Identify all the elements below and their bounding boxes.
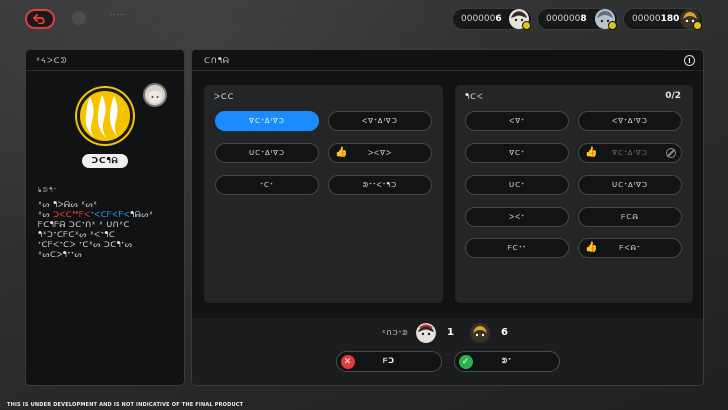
description-line: ᖳᕽᑐᐩᑕᖴᑕᕽᔕ ᕽᐸᐩᖳᑕ xyxy=(38,230,116,239)
option-button[interactable]: ᕲᐩᐩᐸᐩᖳᑐ xyxy=(328,175,432,195)
option-button[interactable]: ᑌᑕᐩ xyxy=(465,175,569,195)
description-line: ᕽᔕᑕᐳᖳᐩᐩᔕ xyxy=(38,250,83,259)
option-button[interactable]: ᖴᑕᐩᐩ xyxy=(465,238,569,258)
option-button[interactable]: ᐩᑕᐩ xyxy=(215,175,319,195)
thumbs-up-emoji-icon: 👍 xyxy=(585,242,599,253)
player-avatar xyxy=(143,83,167,107)
top-title: ᐧᐧᐧᐧᐧ xyxy=(110,11,127,21)
option-button[interactable]: ᖴᑕᕱ xyxy=(578,207,682,227)
info-icon[interactable]: ! xyxy=(684,55,695,66)
thumbs-up-emoji-icon: 👍 xyxy=(585,147,599,158)
player-name: ᑐᑕᖳᕱ xyxy=(82,154,128,168)
cancel-button[interactable]: ✕ ᖴᑐ xyxy=(336,351,442,372)
description-text: ᕽᔕ ᖳᐳᕱᔕ ᕽᔕᕽ ᕽᔕ ᑐᐸᑕᕯᖴᐸᐩᐸᑕᖴᐸᖴᐸᖳᕱᔕᕽ ᖴᑕᖳᖴᕱ ᑐ… xyxy=(38,200,166,260)
team-emblem-avatar xyxy=(77,88,133,144)
option-button[interactable]: ᐸᐁᐩᐃᑊᐁᑐ xyxy=(328,111,432,131)
summary-label: ᕽᑎᑐᐩᕲ xyxy=(382,329,409,337)
option-button[interactable]: ᐸᐁᐩᐃᑊᐁᑐ xyxy=(578,111,682,131)
summary-count-a: 1 xyxy=(447,327,454,338)
counter-c-value: 00000180 xyxy=(632,14,680,24)
settings-header: ᑕᑎᖳᕱ xyxy=(204,56,230,65)
description-line: ᖴᑕᖳᖴᕱ ᑐᑕᐩᑎᕽ ᕽ ᑌᑎᕽᑕ xyxy=(38,220,130,229)
option-button-disabled[interactable]: 👍 ᐁᑕᐩᐃᑊᐁᑐ xyxy=(578,143,682,163)
character-b-icon xyxy=(595,9,617,30)
option-button[interactable]: ᑌᑕᐩᐃᑊᐁᑐ xyxy=(215,143,319,163)
back-button[interactable] xyxy=(25,9,55,29)
description-line: ᕽᔕ ᖳᐳᕱᔕ ᕽᔕᕽ xyxy=(38,200,98,209)
counter-b-value: 0000008 xyxy=(546,14,587,24)
character-a-icon xyxy=(509,9,531,30)
description-label: ᖲᕲᖳᐩ xyxy=(38,186,58,194)
option-button[interactable]: ᑌᑕᐩᐃᑊᐁᑐ xyxy=(578,175,682,195)
blocked-icon xyxy=(666,148,676,158)
character-a-icon xyxy=(416,323,436,343)
description-line: ᐩᑕᖴᐸᐩᑕᐳ ᐩᑕᕽᔕ ᑐᑕᖳᐩᔕ xyxy=(38,240,133,249)
character-c-icon xyxy=(470,323,490,343)
back-arrow-icon xyxy=(33,14,45,24)
confirm-button[interactable]: ✓ ᕲᐩ xyxy=(454,351,560,372)
character-c-icon xyxy=(680,9,702,30)
counter-a-value: 0000006 xyxy=(461,14,502,24)
selection-count: 0/2 xyxy=(665,91,681,101)
option-button[interactable]: ᐳᐸᐩ xyxy=(465,207,569,227)
profile-header: ᕁᔦᐳᑕᕲ xyxy=(36,56,68,65)
currency-counter-b: 0000008 xyxy=(537,8,618,30)
thumbs-up-emoji-icon: 👍 xyxy=(335,147,349,158)
option-button[interactable]: ᐁᑕᐩ xyxy=(465,143,569,163)
close-icon: ✕ xyxy=(341,355,355,369)
option-button[interactable]: ᐸᐁᐩ xyxy=(465,111,569,131)
left-group-title: ᐳᑕᑕ xyxy=(214,92,235,101)
divider xyxy=(26,70,184,71)
option-button[interactable]: 👍 ᖴᐸᕱᐩ xyxy=(578,238,682,258)
currency-counter-c: 00000180 xyxy=(623,8,703,30)
summary-count-b: 6 xyxy=(501,327,508,338)
divider xyxy=(192,70,703,71)
right-group-title: ᖳᑕᐸ xyxy=(465,92,484,101)
option-button[interactable]: ᐁᑕᐩᐃᑊᐁᑐ xyxy=(215,111,319,131)
currency-counter-a: 0000006 xyxy=(452,8,532,30)
development-disclaimer: THIS IS UNDER DEVELOPMENT AND IS NOT IND… xyxy=(7,402,244,408)
menu-dot-icon xyxy=(72,11,86,25)
description-line: ᕽᔕ ᑐᐸᑕᕯᖴᐸᐩᐸᑕᖴᐸᖴᐸᖳᕱᔕᕽ xyxy=(38,210,154,219)
check-icon: ✓ xyxy=(459,355,473,369)
option-button[interactable]: 👍 ᐳᐸᐁᐳ xyxy=(328,143,432,163)
